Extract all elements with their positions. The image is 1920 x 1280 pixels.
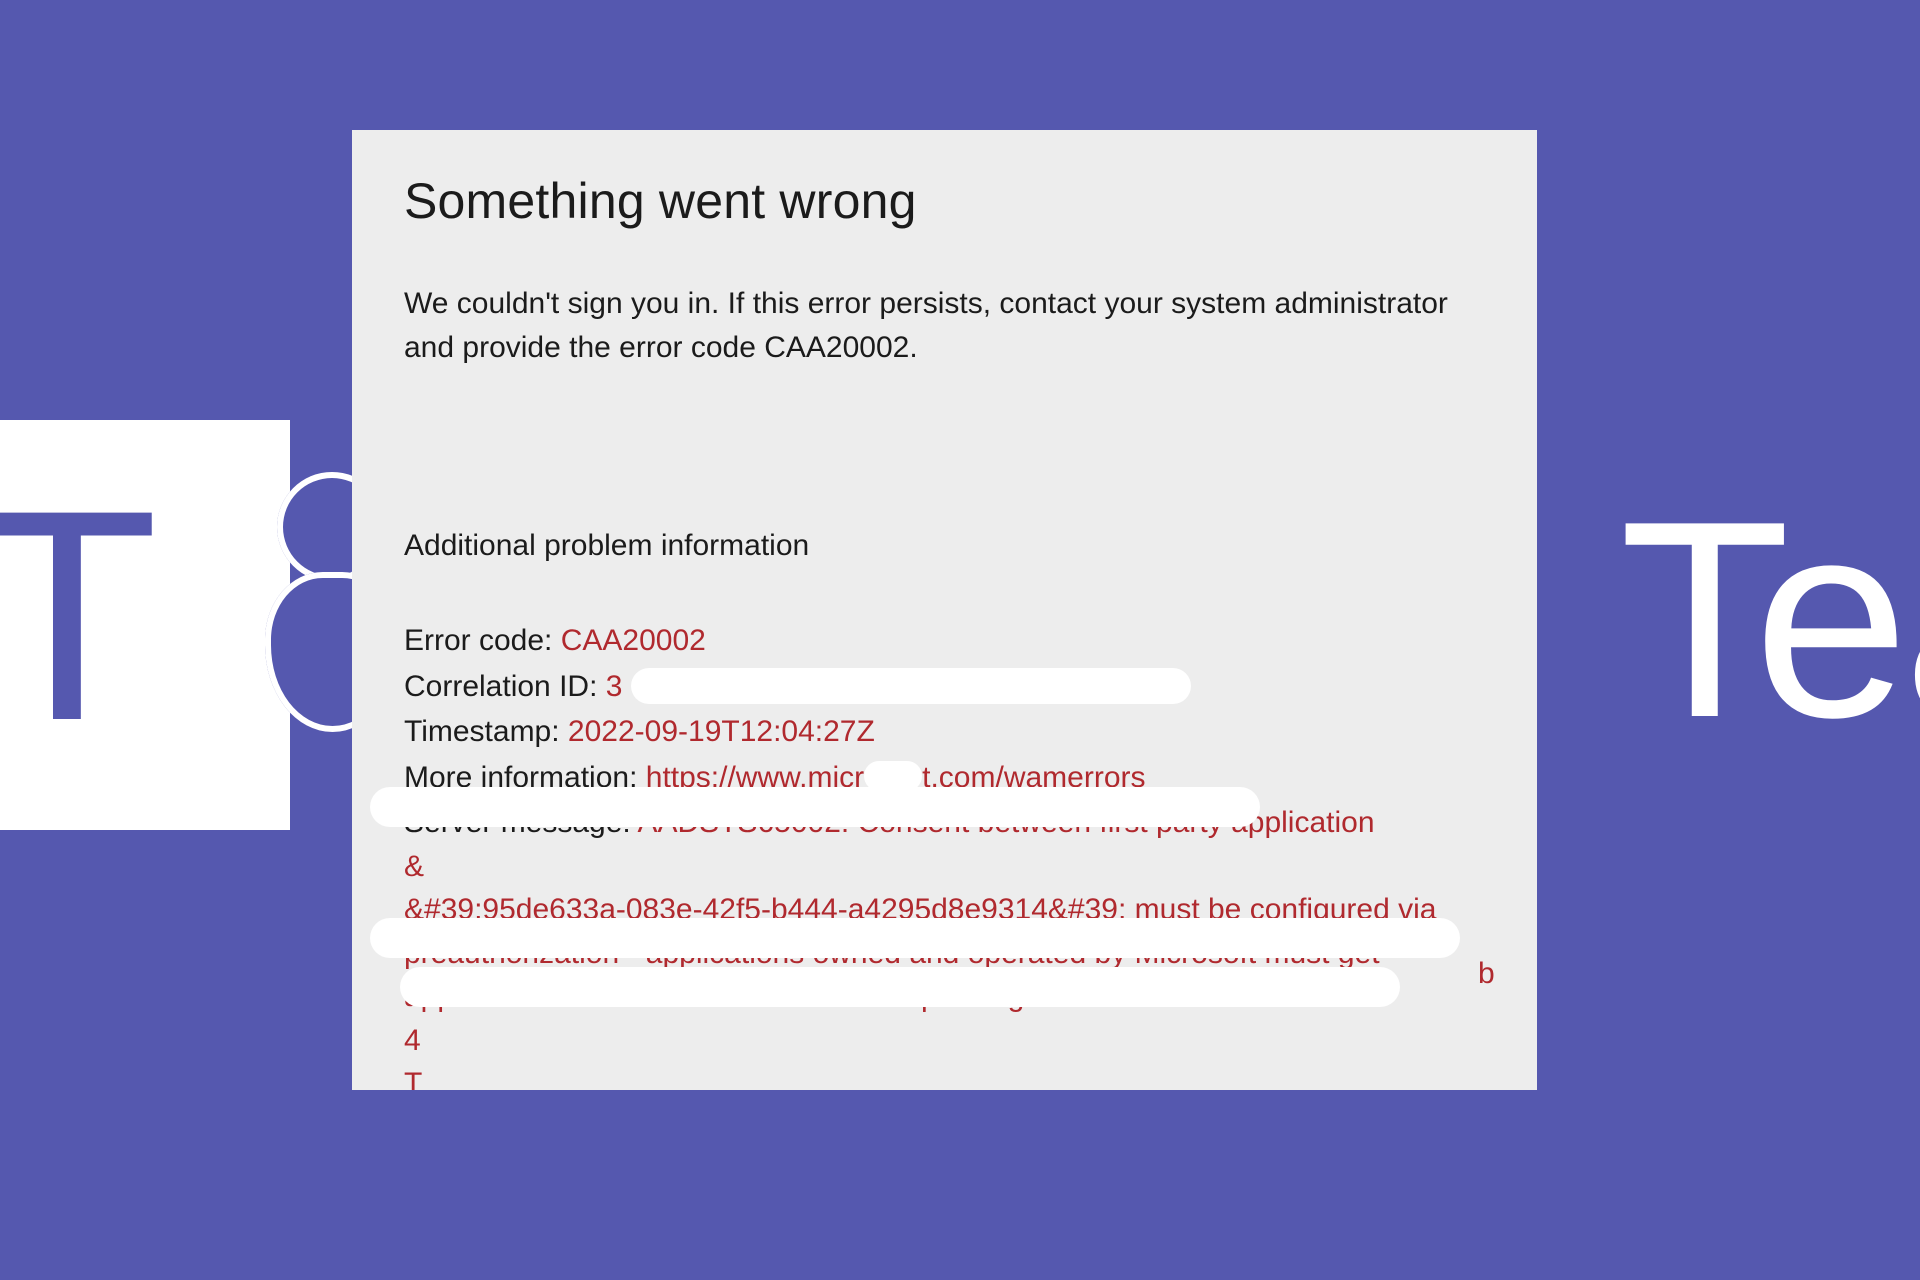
fragment-4: 4 bbox=[404, 1024, 421, 1057]
fragment-T: T bbox=[404, 1067, 422, 1090]
dialog-title: Something went wrong bbox=[404, 172, 1485, 230]
fragment-b: b bbox=[1478, 957, 1495, 991]
dialog-message: We couldn't sign you in. If this error p… bbox=[404, 282, 1485, 369]
correlation-id-line: Correlation ID: 3 bbox=[404, 665, 1485, 709]
teams-logo-tile: T bbox=[0, 420, 290, 830]
error-code-value: CAA20002 bbox=[561, 624, 706, 657]
correlation-id-value: 3 bbox=[606, 670, 623, 703]
timestamp-label: Timestamp: bbox=[404, 715, 568, 748]
error-code-line: Error code: CAA20002 bbox=[404, 619, 1485, 663]
teams-logo-letter: T bbox=[0, 465, 159, 765]
timestamp-value: 2022-09-19T12:04:27Z bbox=[568, 715, 875, 748]
teams-wordmark: Tear bbox=[1619, 460, 1920, 781]
redaction-pill bbox=[631, 668, 1191, 704]
redaction-pill bbox=[864, 761, 922, 791]
error-code-label: Error code: bbox=[404, 624, 561, 657]
redaction-bar bbox=[370, 787, 1260, 827]
redaction-bar bbox=[370, 918, 1460, 958]
additional-info-heading: Additional problem information bbox=[404, 529, 1485, 563]
timestamp-line: Timestamp: 2022-09-19T12:04:27Z bbox=[404, 710, 1485, 754]
correlation-id-label: Correlation ID: bbox=[404, 670, 606, 703]
error-details: Error code: CAA20002 Correlation ID: 3 T… bbox=[404, 619, 1485, 1090]
redaction-bar bbox=[400, 967, 1400, 1007]
